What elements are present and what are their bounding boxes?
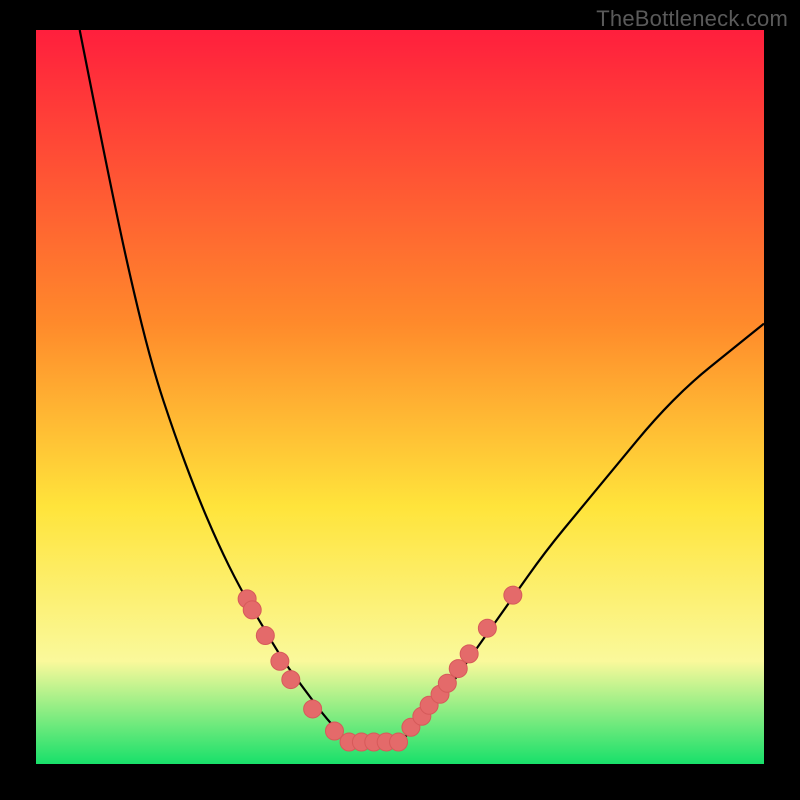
data-marker [449,660,467,678]
data-marker [390,733,408,751]
data-marker [282,671,300,689]
data-marker [460,645,478,663]
plot-background [36,30,764,764]
data-marker [504,586,522,604]
data-marker [438,674,456,692]
data-marker [256,627,274,645]
data-marker [478,619,496,637]
bottleneck-chart [0,0,800,800]
data-marker [271,652,289,670]
watermark-text: TheBottleneck.com [596,6,788,32]
data-marker [243,601,261,619]
data-marker [304,700,322,718]
chart-container: TheBottleneck.com [0,0,800,800]
data-marker [325,722,343,740]
